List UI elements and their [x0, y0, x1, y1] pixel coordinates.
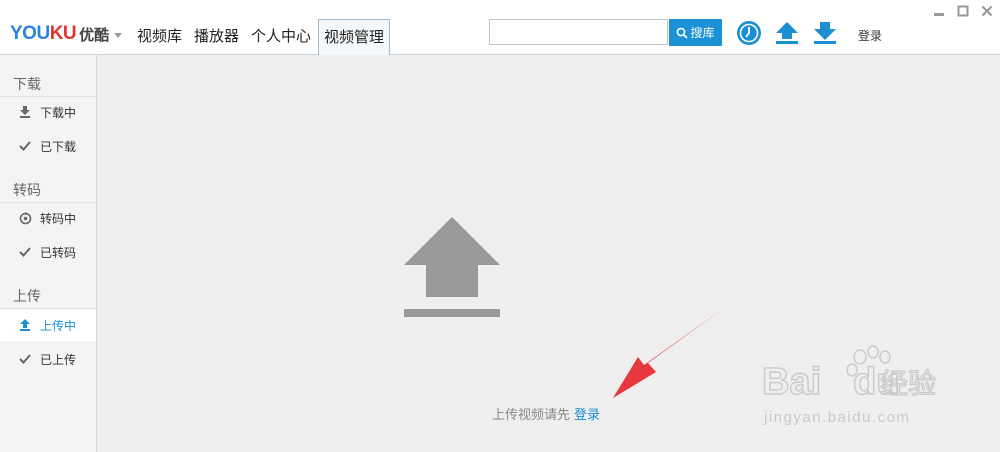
- youku-logo[interactable]: YOUKU 优酷: [10, 22, 123, 46]
- sidebar-item-downloaded[interactable]: 已下载: [0, 130, 96, 162]
- tab-video-management[interactable]: 视频管理: [318, 19, 391, 55]
- tab-personal-center[interactable]: 个人中心: [246, 19, 316, 53]
- search-button-label: 搜库: [690, 26, 715, 40]
- check-icon: [18, 245, 32, 259]
- title-bar: YOUKU 优酷 视频库 播放器 个人中心 视频管理 搜库 登录: [0, 0, 1000, 55]
- logo-chinese: 优酷: [79, 25, 110, 44]
- sidebar-item-label: 上传中: [40, 318, 77, 333]
- svg-text:Baidu: Bai du: [762, 361, 900, 403]
- clock-icon[interactable]: [736, 20, 762, 46]
- sidebar-item-uploading[interactable]: 上传中: [0, 309, 96, 341]
- login-link[interactable]: 登录: [858, 27, 882, 44]
- chevron-down-icon[interactable]: [114, 32, 123, 38]
- section-title-transcode: 转码: [13, 183, 41, 199]
- search-input[interactable]: [489, 19, 668, 45]
- section-title-download: 下载: [13, 77, 41, 93]
- tab-video-library[interactable]: 视频库: [132, 19, 187, 53]
- sidebar-item-transcoded[interactable]: 已转码: [0, 236, 96, 268]
- search-icon: [677, 27, 689, 39]
- baidu-jingyan-watermark: Bai du 经验 jingyan.baidu.com: [762, 345, 937, 426]
- download-icon[interactable]: [812, 20, 838, 46]
- maximize-icon[interactable]: [957, 5, 969, 17]
- svg-text:jingyan.baidu.com: jingyan.baidu.com: [763, 409, 910, 426]
- upload-icon[interactable]: [774, 20, 800, 46]
- sidebar-item-label: 下载中: [40, 105, 77, 120]
- sidebar-item-transcoding[interactable]: 转码中: [0, 202, 96, 234]
- close-icon[interactable]: [981, 5, 993, 17]
- sidebar-item-label: 已上传: [40, 352, 77, 367]
- sidebar: 下载 下载中 已下载 转码 转码中 已转码 上传 上传中 已上传: [0, 55, 97, 452]
- login-prompt: 上传视频请先 登录: [492, 404, 600, 423]
- svg-text:经验: 经验: [880, 367, 936, 400]
- login-prompt-link[interactable]: 登录: [574, 408, 600, 423]
- section-title-upload: 上传: [13, 289, 41, 305]
- download-icon: [18, 105, 32, 119]
- minimize-icon[interactable]: [933, 5, 945, 17]
- login-prompt-text: 上传视频请先: [492, 408, 571, 423]
- sidebar-item-label: 转码中: [40, 211, 77, 226]
- upload-icon: [404, 217, 500, 317]
- main-nav: 视频库 播放器 个人中心 视频管理: [132, 19, 392, 55]
- sidebar-item-uploaded[interactable]: 已上传: [0, 343, 96, 375]
- logo-wordmark: YOUKU: [10, 23, 77, 44]
- transcode-icon: [18, 211, 32, 225]
- check-icon: [18, 352, 32, 366]
- upload-icon: [18, 318, 32, 332]
- sidebar-item-label: 已转码: [40, 245, 77, 260]
- sidebar-item-downloading[interactable]: 下载中: [0, 96, 96, 128]
- check-icon: [18, 139, 32, 153]
- sidebar-item-label: 已下载: [40, 139, 77, 154]
- search-button[interactable]: 搜库: [669, 19, 722, 46]
- tab-player[interactable]: 播放器: [189, 19, 244, 53]
